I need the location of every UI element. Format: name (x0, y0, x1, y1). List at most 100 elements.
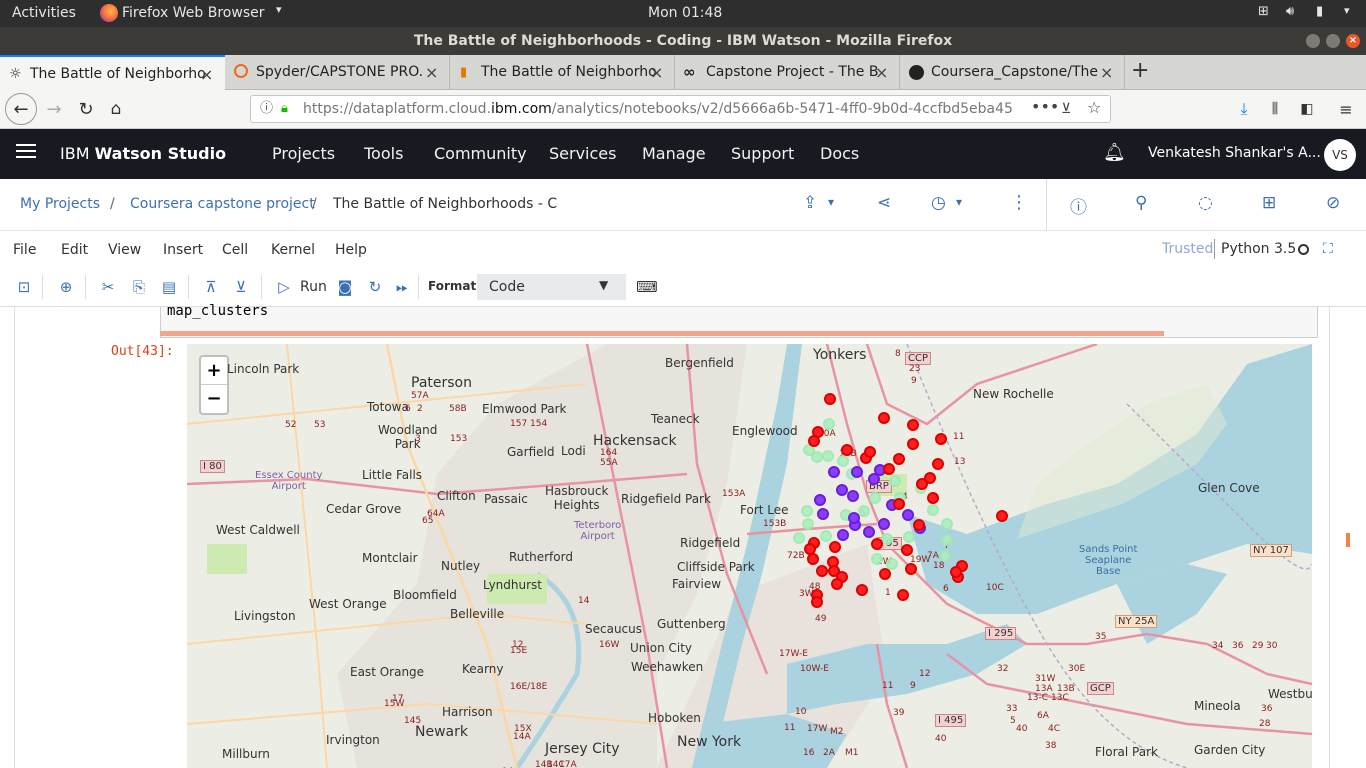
nav-support[interactable]: Support (731, 129, 794, 179)
data-assets-icon[interactable]: ⊞ (1262, 193, 1276, 213)
tab-battle-doc[interactable]: ▮ The Battle of Neighborho × (450, 55, 675, 90)
compass-icon[interactable]: ⊘ (1326, 193, 1340, 213)
cluster-marker-green[interactable] (941, 518, 953, 530)
cluster-marker-red[interactable] (916, 478, 928, 490)
cluster-marker-red[interactable] (913, 519, 925, 531)
activities-button[interactable]: Activities (12, 5, 76, 21)
cluster-marker-red[interactable] (893, 498, 905, 510)
battery-icon[interactable]: ▮ (1316, 4, 1323, 19)
app-menu-label[interactable]: Firefox Web Browser (122, 5, 265, 21)
menu-view[interactable]: View (108, 242, 141, 258)
cluster-marker-red[interactable] (883, 463, 895, 475)
move-down-icon[interactable]: ⊻ (229, 275, 253, 299)
cluster-marker-purple[interactable] (863, 526, 875, 538)
notification-bell-icon[interactable]: 🔔︎ (1103, 142, 1126, 163)
cell-type-select[interactable]: Code ▼ (477, 274, 626, 300)
fast-forward-icon[interactable]: ⏩︎ (390, 275, 414, 299)
folium-map[interactable]: + − Yonkers Paterson Bergenfield New Roc… (187, 344, 1312, 768)
cluster-marker-purple[interactable] (828, 466, 840, 478)
comments-icon[interactable]: ◌ (1198, 193, 1213, 213)
system-menu-chevron-icon[interactable]: ▾ (1344, 4, 1350, 17)
cluster-marker-green[interactable] (869, 492, 881, 504)
info-icon[interactable]: ⓘ (260, 96, 273, 122)
clock[interactable]: Mon 01:48 (648, 5, 722, 21)
cluster-marker-green[interactable] (801, 505, 813, 517)
cluster-marker-red[interactable] (950, 566, 962, 578)
copy-icon[interactable]: ⎘ (127, 275, 151, 299)
info-circle-icon[interactable]: ⓘ (1070, 193, 1087, 218)
network-icon[interactable]: ⊞ (1258, 4, 1269, 19)
menu-edit[interactable]: Edit (61, 242, 88, 258)
cluster-marker-green[interactable] (941, 534, 953, 546)
paste-icon[interactable]: ▤ (157, 275, 181, 299)
trusted-indicator[interactable]: Trusted (1162, 241, 1213, 257)
tab-spyder[interactable]: Spyder/CAPSTONE PRO. × (225, 55, 450, 90)
sidebar-icon[interactable]: ◧ (1297, 95, 1317, 123)
cluster-marker-green[interactable] (903, 531, 915, 543)
cluster-marker-red[interactable] (897, 589, 909, 601)
cluster-marker-green[interactable] (802, 518, 814, 530)
home-icon[interactable]: ⌂ (104, 95, 128, 123)
new-tab-icon[interactable]: + (1131, 58, 1149, 83)
menu-insert[interactable]: Insert (163, 242, 203, 258)
cluster-marker-red[interactable] (864, 446, 876, 458)
tab-capstone[interactable]: ∞ Capstone Project - The B × (675, 55, 900, 90)
menu-help[interactable]: Help (335, 242, 367, 258)
url-bar[interactable]: ⓘ 🔒︎ https://dataplatform.cloud.ibm.com/… (250, 95, 1111, 123)
breadcrumb-my-projects[interactable]: My Projects (20, 196, 100, 212)
avatar[interactable]: VS (1324, 139, 1356, 171)
cluster-marker-purple[interactable] (851, 466, 863, 478)
cluster-marker-red[interactable] (829, 541, 841, 553)
watson-brand[interactable]: IBM Watson Studio (60, 144, 226, 163)
tab-battle-active[interactable]: ☼ The Battle of Neighborho × (0, 55, 225, 90)
cluster-marker-red[interactable] (907, 419, 919, 431)
back-icon[interactable]: ← (5, 93, 37, 125)
nav-services[interactable]: Services (549, 129, 616, 179)
tab-close-icon[interactable]: × (875, 55, 888, 90)
nav-manage[interactable]: Manage (642, 129, 706, 179)
cluster-marker-red[interactable] (905, 563, 917, 575)
cluster-marker-red[interactable] (831, 578, 843, 590)
search-data-icon[interactable]: ⚲ (1135, 193, 1147, 213)
maximize-icon[interactable] (1326, 34, 1340, 48)
cluster-marker-red[interactable] (841, 444, 853, 456)
cluster-marker-red[interactable] (804, 543, 816, 555)
cluster-marker-red[interactable] (811, 596, 823, 608)
schedule-clock-icon[interactable]: ◷ (931, 193, 946, 213)
zoom-out-button[interactable]: − (201, 385, 227, 413)
run-icon[interactable]: ▷ (272, 275, 296, 299)
tab-github[interactable]: Coursera_Capstone/The × (900, 55, 1125, 90)
tab-close-icon[interactable]: × (650, 55, 663, 90)
nav-community[interactable]: Community (434, 129, 527, 179)
cluster-marker-purple[interactable] (837, 529, 849, 541)
move-up-icon[interactable]: ⊼ (199, 275, 223, 299)
cluster-marker-green[interactable] (939, 550, 951, 562)
cluster-marker-purple[interactable] (847, 490, 859, 502)
cluster-marker-red[interactable] (901, 544, 913, 556)
nav-projects[interactable]: Projects (272, 129, 335, 179)
cluster-marker-red[interactable] (935, 433, 947, 445)
tab-close-icon[interactable]: × (200, 57, 213, 90)
volume-icon[interactable]: 🔊︎ (1286, 4, 1294, 19)
library-icon[interactable]: ⫼ (1265, 95, 1285, 123)
breadcrumb-project[interactable]: Coursera capstone project (130, 196, 315, 212)
tab-close-icon[interactable]: × (425, 55, 438, 90)
share-icon[interactable]: ⋖ (877, 193, 891, 213)
cluster-marker-green[interactable] (822, 450, 834, 462)
export-icon[interactable]: ⇪ (803, 193, 817, 213)
stop-icon[interactable]: ◙ (333, 275, 357, 299)
cluster-marker-red[interactable] (816, 565, 828, 577)
cluster-marker-red[interactable] (927, 492, 939, 504)
cluster-marker-red[interactable] (893, 453, 905, 465)
keyboard-icon[interactable]: ⌨ (635, 275, 659, 299)
cluster-marker-green[interactable] (837, 455, 849, 467)
fullscreen-icon[interactable]: ⛶ (1323, 241, 1333, 257)
cluster-marker-purple[interactable] (848, 512, 860, 524)
cluster-marker-red[interactable] (879, 568, 891, 580)
cluster-marker-green[interactable] (927, 504, 939, 516)
more-vertical-icon[interactable]: ⋮ (1010, 192, 1028, 213)
cut-icon[interactable]: ✂ (96, 275, 120, 299)
reload-icon[interactable]: ↻ (74, 95, 98, 123)
cluster-marker-red[interactable] (856, 584, 868, 596)
nav-docs[interactable]: Docs (820, 129, 859, 179)
